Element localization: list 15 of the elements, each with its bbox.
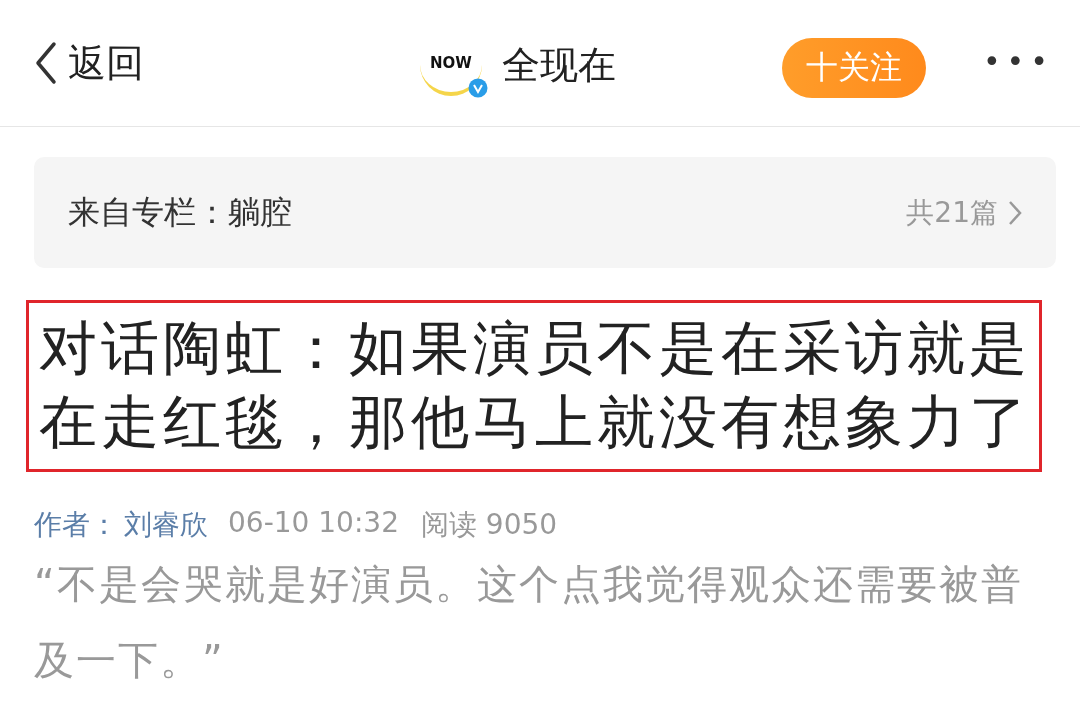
- read-count: 阅读 9050: [420, 507, 558, 543]
- author-label: 作者：: [34, 507, 118, 543]
- column-label: 来自专栏：躺腔: [68, 191, 293, 233]
- publish-time: 06-10 10:32: [228, 506, 399, 541]
- account-name: 全现在: [502, 41, 616, 89]
- back-icon: [34, 41, 58, 85]
- chevron-right-icon: [1008, 199, 1022, 226]
- quote-paragraph: “不是会哭就是好演员。这个点我觉得观众还需要被普及一下。”: [34, 560, 1024, 685]
- back-button[interactable]: 返回: [34, 37, 144, 89]
- author-link[interactable]: 刘睿欣: [124, 506, 208, 544]
- column-count: 共21篇: [906, 194, 998, 231]
- logo-text: NOW: [430, 54, 472, 72]
- more-button[interactable]: •••: [982, 44, 1054, 79]
- article-title: 对话陶虹：如果演员不是在采访就是在走红毯，那他马上就没有想象力了: [26, 300, 1042, 472]
- column-card[interactable]: 来自专栏：躺腔 共21篇: [34, 157, 1056, 268]
